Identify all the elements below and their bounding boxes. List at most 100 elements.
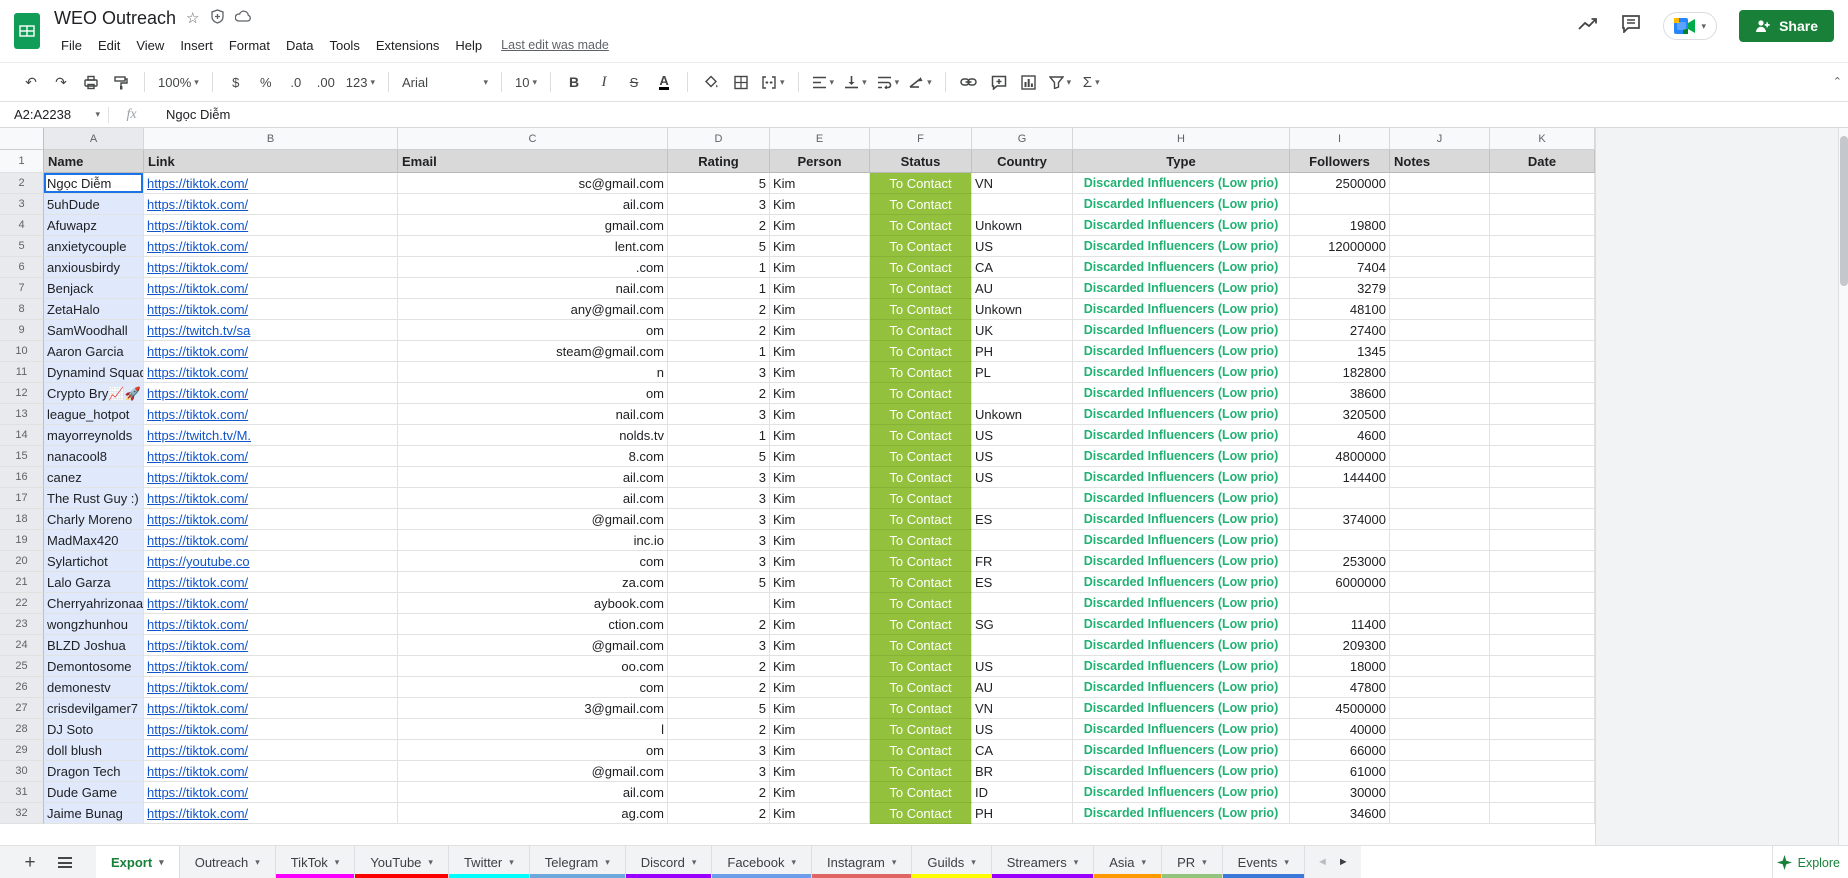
header-cell-status[interactable]: Status [870,150,972,173]
cell-email[interactable]: @gmail.com [398,761,668,782]
cell-person[interactable]: Kim [770,656,870,677]
cell-date[interactable] [1490,173,1595,194]
column-letter-B[interactable]: B [144,128,398,150]
cell-rating[interactable]: 5 [668,698,770,719]
sheet-tab-twitter[interactable]: Twitter ▾ [448,846,530,878]
column-letter-H[interactable]: H [1073,128,1290,150]
sheet-tab-menu-caret[interactable]: ▾ [509,857,514,868]
cell-email[interactable]: aybook.com [398,593,668,614]
cell-link[interactable]: https://tiktok.com/ [144,803,398,824]
cell-date[interactable] [1490,488,1595,509]
header-cell-notes[interactable]: Notes [1390,150,1490,173]
sheet-tab-instagram[interactable]: Instagram ▾ [812,846,913,878]
cell-status[interactable]: To Contact [870,173,972,194]
cell-person[interactable]: Kim [770,278,870,299]
cell-link[interactable]: https://tiktok.com/ [144,173,398,194]
cell-email[interactable]: any@gmail.com [398,299,668,320]
menu-help[interactable]: Help [448,35,489,56]
cell-link[interactable]: https://tiktok.com/ [144,194,398,215]
cell-country[interactable]: VN [972,173,1073,194]
cloud-saved-icon[interactable] [234,10,252,26]
cell-country[interactable] [972,593,1073,614]
cell-link[interactable]: https://tiktok.com/ [144,530,398,551]
cell-country[interactable]: CA [972,257,1073,278]
print-button[interactable] [78,69,104,95]
cell-email[interactable]: ail.com [398,467,668,488]
cell-notes[interactable] [1390,467,1490,488]
cell-notes[interactable] [1390,677,1490,698]
cell-person[interactable]: Kim [770,257,870,278]
cell-type[interactable]: Discarded Influencers (Low prio) [1073,467,1290,488]
cell-type[interactable]: Discarded Influencers (Low prio) [1073,215,1290,236]
cell-email[interactable]: inc.io [398,530,668,551]
row-number[interactable]: 7 [0,278,44,299]
share-button[interactable]: Share [1739,10,1834,42]
scroll-tabs-right-icon[interactable]: ► [1338,856,1349,868]
column-letter-K[interactable]: K [1490,128,1595,150]
fill-color-button[interactable] [698,69,724,95]
cell-type[interactable]: Discarded Influencers (Low prio) [1073,635,1290,656]
cell-followers[interactable]: 61000 [1290,761,1390,782]
cell-notes[interactable] [1390,551,1490,572]
cell-name[interactable]: anxietycouple [44,236,144,257]
cell-country[interactable]: UK [972,320,1073,341]
cell-notes[interactable] [1390,194,1490,215]
cell-date[interactable] [1490,782,1595,803]
row-number[interactable]: 19 [0,530,44,551]
cell-name[interactable]: Benjack [44,278,144,299]
cell-link[interactable]: https://tiktok.com/ [144,362,398,383]
header-cell-link[interactable]: Link [144,150,398,173]
cell-notes[interactable] [1390,635,1490,656]
cell-status[interactable]: To Contact [870,551,972,572]
cell-link[interactable]: https://tiktok.com/ [144,656,398,677]
sheet-tab-menu-caret[interactable]: ▾ [605,857,610,868]
cell-name[interactable]: Dragon Tech [44,761,144,782]
cell-followers[interactable]: 48100 [1290,299,1390,320]
cell-person[interactable]: Kim [770,530,870,551]
cell-country[interactable]: Unkown [972,215,1073,236]
cell-notes[interactable] [1390,446,1490,467]
cell-person[interactable]: Kim [770,719,870,740]
row-number[interactable]: 28 [0,719,44,740]
format-percent-button[interactable]: % [253,69,279,95]
menu-edit[interactable]: Edit [91,35,127,56]
cell-type[interactable]: Discarded Influencers (Low prio) [1073,803,1290,824]
cell-type[interactable]: Discarded Influencers (Low prio) [1073,425,1290,446]
header-cell-name[interactable]: Name [44,150,144,173]
cell-date[interactable] [1490,572,1595,593]
cell-status[interactable]: To Contact [870,467,972,488]
cell-type[interactable]: Discarded Influencers (Low prio) [1073,404,1290,425]
sheet-tab-menu-caret[interactable]: ▾ [335,857,340,868]
cell-rating[interactable]: 3 [668,761,770,782]
insights-trend-icon[interactable] [1577,16,1599,37]
row-number[interactable]: 11 [0,362,44,383]
cell-rating[interactable]: 2 [668,299,770,320]
row-number[interactable]: 6 [0,257,44,278]
cell-type[interactable]: Discarded Influencers (Low prio) [1073,530,1290,551]
cell-date[interactable] [1490,509,1595,530]
cell-date[interactable] [1490,446,1595,467]
cell-notes[interactable] [1390,782,1490,803]
text-color-button[interactable]: A [659,74,669,90]
sheets-logo-icon[interactable] [12,11,42,51]
cell-notes[interactable] [1390,572,1490,593]
menu-extensions[interactable]: Extensions [369,35,447,56]
cell-email[interactable]: nail.com [398,404,668,425]
star-icon[interactable]: ☆ [186,11,199,26]
cell-person[interactable]: Kim [770,320,870,341]
cell-rating[interactable]: 2 [668,656,770,677]
header-cell-date[interactable]: Date [1490,150,1595,173]
column-letter-F[interactable]: F [870,128,972,150]
cell-type[interactable]: Discarded Influencers (Low prio) [1073,572,1290,593]
sheet-tab-menu-caret[interactable]: ▾ [159,857,164,868]
header-cell-type[interactable]: Type [1073,150,1290,173]
cell-type[interactable]: Discarded Influencers (Low prio) [1073,341,1290,362]
cell-date[interactable] [1490,593,1595,614]
cell-email[interactable]: nolds.tv [398,425,668,446]
text-wrap-button[interactable]: ▾ [874,69,903,95]
cell-rating[interactable]: 1 [668,278,770,299]
cell-name[interactable]: SamWoodhall [44,320,144,341]
cell-link[interactable]: https://tiktok.com/ [144,782,398,803]
cell-person[interactable]: Kim [770,341,870,362]
cell-status[interactable]: To Contact [870,383,972,404]
